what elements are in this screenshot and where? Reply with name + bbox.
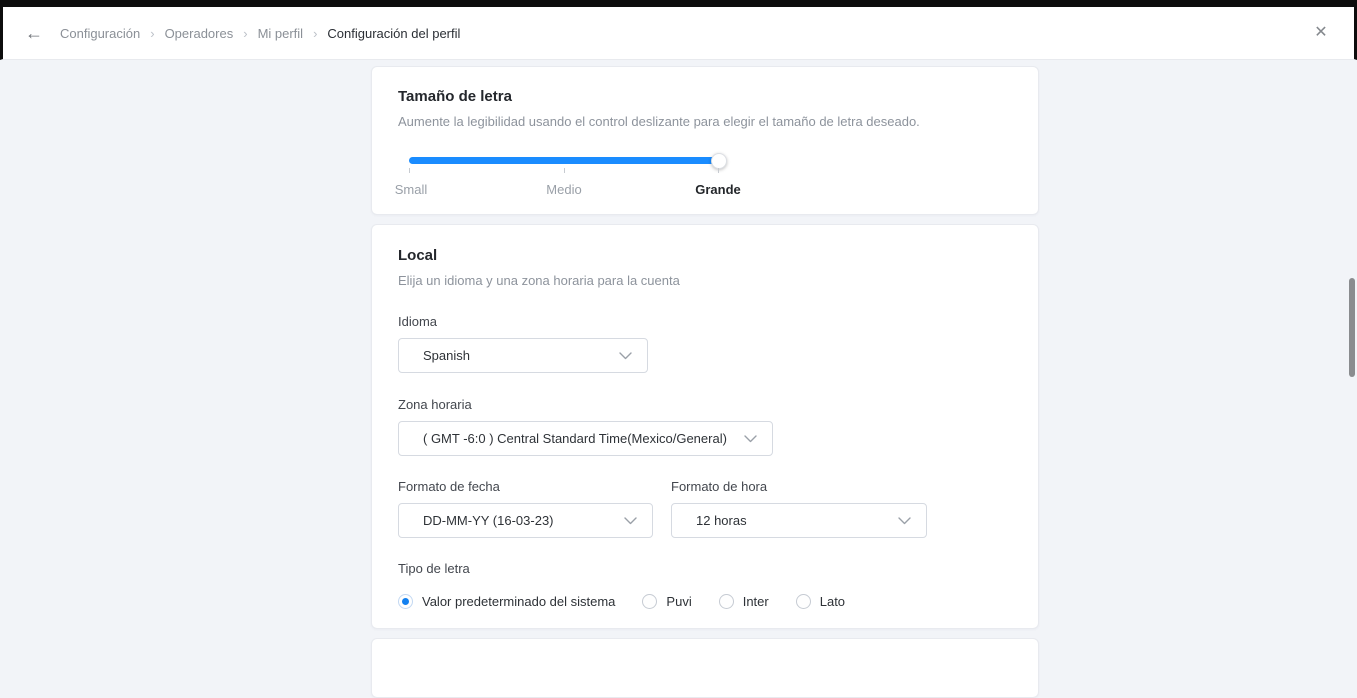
- radio-valor-predeterminado[interactable]: Valor predeterminado del sistema: [398, 594, 615, 609]
- font-size-card: Tamaño de letra Aumente la legibilidad u…: [371, 66, 1039, 215]
- breadcrumb-separator-icon: ›: [313, 25, 318, 41]
- chevron-down-icon: [898, 516, 911, 524]
- slider-labels: Small Medio Grande: [395, 182, 741, 198]
- slider-track[interactable]: [409, 152, 727, 169]
- breadcrumb-separator-icon: ›: [150, 25, 155, 41]
- radio-label: Lato: [819, 594, 846, 609]
- radio-lato[interactable]: Lato: [795, 594, 846, 609]
- local-card: Local Elija un idioma y una zona horaria…: [371, 224, 1039, 629]
- idioma-label: Idioma: [398, 314, 438, 329]
- chevron-down-icon: [619, 351, 632, 359]
- radio-button-icon[interactable]: [795, 594, 811, 609]
- breadcrumb-mi-perfil[interactable]: Mi perfil: [258, 26, 304, 41]
- tipo-de-letra-options: Valor predeterminado del sistema Puvi In…: [398, 594, 1012, 609]
- slider-label-small[interactable]: Small: [395, 182, 428, 197]
- zona-horaria-label: Zona horaria: [398, 397, 472, 412]
- radio-label: Inter: [742, 594, 769, 609]
- breadcrumb: Configuración › Operadores › Mi perfil ›…: [60, 26, 460, 41]
- window-top-bar: [0, 0, 1357, 7]
- chevron-down-icon: [744, 434, 757, 442]
- zona-horaria-select[interactable]: ( GMT -6:0 ) Central Standard Time(Mexic…: [398, 421, 773, 456]
- font-size-card-description: Aumente la legibilidad usando el control…: [398, 114, 920, 129]
- back-button[interactable]: ←: [22, 21, 46, 45]
- idioma-select[interactable]: Spanish: [398, 338, 648, 373]
- formato-fecha-select[interactable]: DD-MM-YY (16-03-23): [398, 503, 653, 538]
- header: ← Configuración › Operadores › Mi perfil…: [0, 7, 1357, 60]
- close-icon[interactable]: ✕: [1308, 20, 1334, 46]
- radio-inter[interactable]: Inter: [718, 594, 769, 609]
- vertical-scrollbar-thumb[interactable]: [1349, 278, 1355, 377]
- font-size-card-title: Tamaño de letra: [398, 88, 512, 105]
- slider-thumb[interactable]: [711, 152, 727, 169]
- breadcrumb-operadores[interactable]: Operadores: [165, 26, 234, 41]
- slider-tick: [564, 168, 565, 173]
- idioma-value: Spanish: [423, 348, 470, 363]
- local-card-title: Local: [398, 247, 438, 264]
- radio-label: Valor predeterminado del sistema: [422, 594, 616, 609]
- radio-puvi[interactable]: Puvi: [642, 594, 692, 609]
- slider-tick: [409, 168, 410, 173]
- breadcrumb-configuracion[interactable]: Configuración: [60, 26, 140, 41]
- breadcrumb-configuracion-del-perfil: Configuración del perfil: [327, 25, 461, 41]
- zona-horaria-value: ( GMT -6:0 ) Central Standard Time(Mexic…: [423, 431, 727, 446]
- slider-label-medio[interactable]: Medio: [546, 182, 581, 197]
- next-settings-card: [371, 638, 1039, 698]
- tipo-de-letra-label: Tipo de letra: [398, 561, 470, 576]
- breadcrumb-separator-icon: ›: [243, 25, 248, 41]
- radio-button-icon[interactable]: [398, 594, 413, 609]
- font-size-slider[interactable]: Small Medio Grande: [395, 152, 741, 198]
- radio-button-icon[interactable]: [718, 594, 734, 609]
- slider-tick: [718, 168, 719, 173]
- slider-label-grande[interactable]: Grande: [695, 182, 741, 197]
- chevron-down-icon: [624, 516, 637, 524]
- local-card-description: Elija un idioma y una zona horaria para …: [398, 273, 680, 288]
- formato-hora-select[interactable]: 12 horas: [671, 503, 927, 538]
- formato-hora-value: 12 horas: [696, 513, 747, 528]
- formato-fecha-label: Formato de fecha: [398, 479, 500, 494]
- formato-hora-label: Formato de hora: [671, 479, 768, 494]
- radio-button-icon[interactable]: [642, 594, 658, 609]
- radio-label: Puvi: [666, 594, 692, 609]
- formato-fecha-value: DD-MM-YY (16-03-23): [423, 513, 554, 528]
